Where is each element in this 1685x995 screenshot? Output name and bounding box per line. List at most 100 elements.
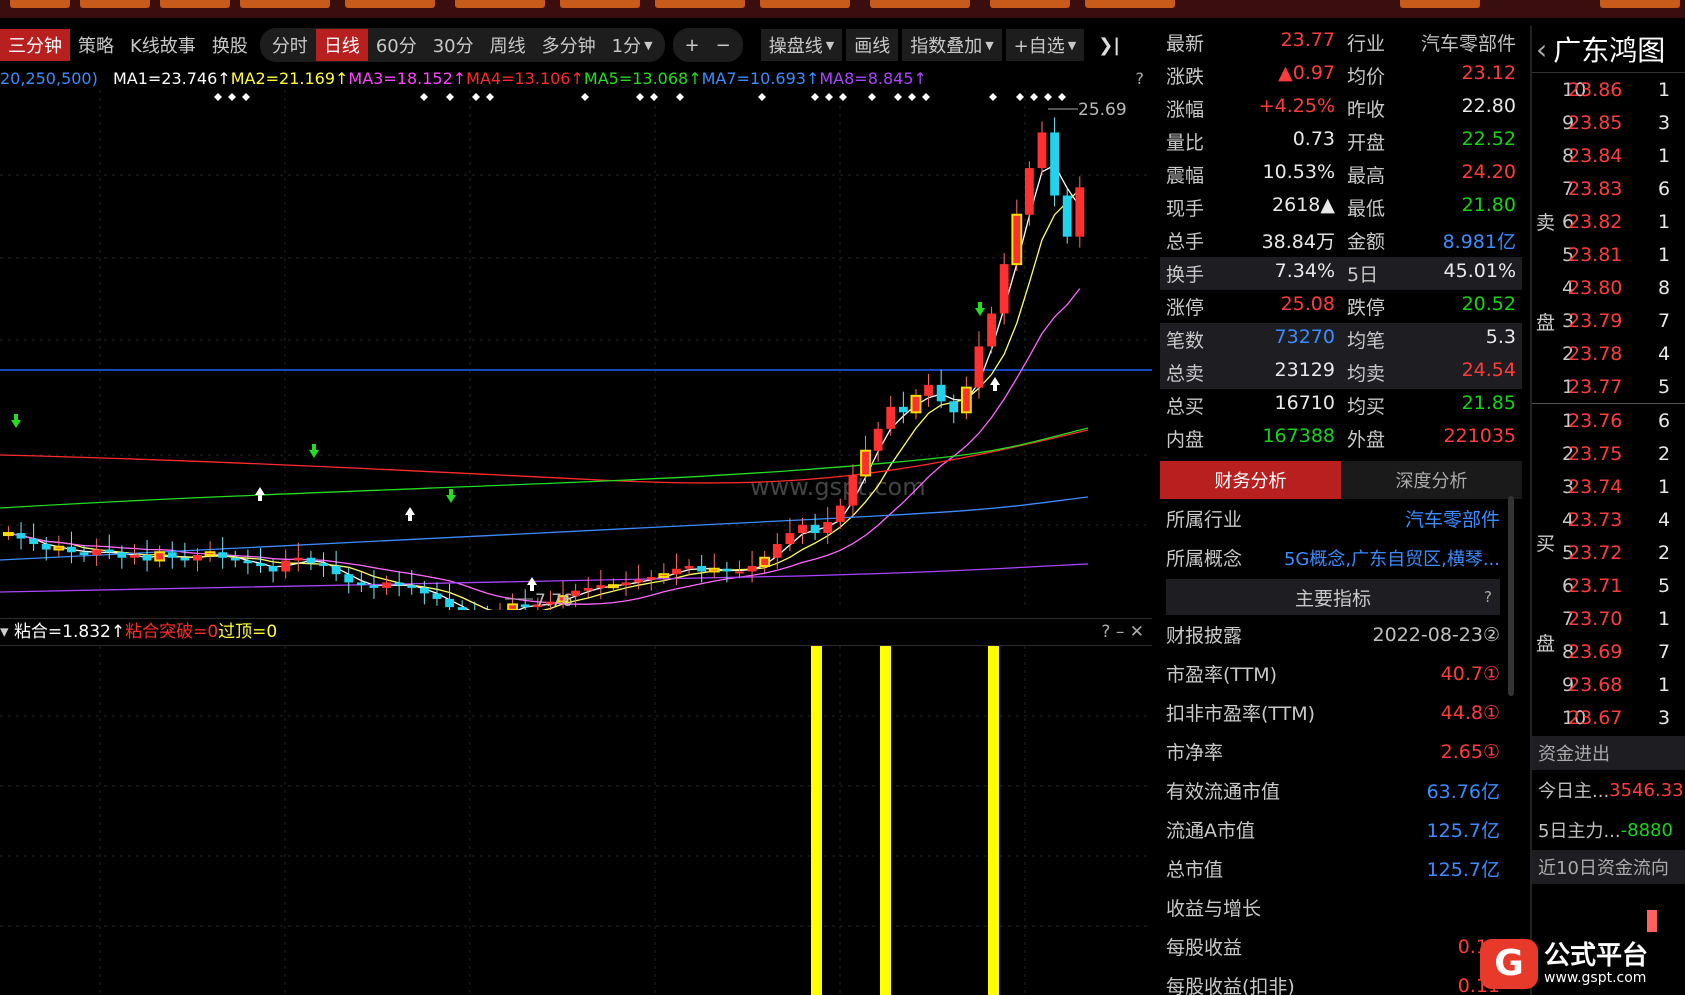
ma2-value: MA2=21.169↑ <box>230 69 349 88</box>
quote-value: 20.52 <box>1461 293 1516 315</box>
period-60min[interactable]: 60分 <box>368 29 425 61</box>
ma4-value: MA4=13.106↑ <box>466 69 584 88</box>
quote-value: 16710 <box>1274 392 1335 414</box>
sub-indicator-chart[interactable] <box>0 646 1152 995</box>
back-icon[interactable]: ‹ <box>1536 33 1547 66</box>
period-daily[interactable]: 日线 <box>315 29 368 61</box>
quote-label: 均价 <box>1347 66 1386 88</box>
signal-diamond <box>446 93 454 101</box>
period-weekly[interactable]: 周线 <box>482 29 534 61</box>
section-title: 主要指标 <box>1294 587 1371 610</box>
quote-cell: 量比 0.73 <box>1160 128 1341 155</box>
candle-body <box>924 384 933 396</box>
quote-row: 总卖 23129 均卖 24.54 <box>1160 356 1522 389</box>
fin-label: 有效流通市值 <box>1166 781 1281 803</box>
ma3-value: MA3=18.152↑ <box>348 69 467 88</box>
fund-flow-title: 资金进出 <box>1532 736 1685 770</box>
logo-url: www.gspt.com <box>1544 969 1647 986</box>
candle-body <box>1024 168 1034 215</box>
sell-level-row[interactable]: 8 23.84 1 <box>1532 139 1685 172</box>
fin-row: 总市值 125.7亿 <box>1160 849 1522 888</box>
period-multi-minute[interactable]: 多分钟 <box>534 29 604 61</box>
help-icon[interactable]: ? <box>1484 588 1492 606</box>
signal-diamond <box>825 93 833 101</box>
fund-bar <box>1647 910 1657 932</box>
stock-terminal: 三分钟 策略 K线故事 换股 分时 日线 60分 30分 周线 多分钟 1分 ▼ … <box>0 0 1685 995</box>
level-price: 23.86 <box>1568 78 1623 101</box>
concept-value[interactable]: 5G概念,广东自贸区,横琴... <box>1284 545 1500 571</box>
buy-level-row[interactable]: 10 23.67 3 <box>1532 701 1685 734</box>
fin-label: 市净率 <box>1166 742 1224 764</box>
quote-cell: 外盘 221035 <box>1341 425 1522 452</box>
ma-help-icon[interactable]: ? <box>1136 67 1145 91</box>
level-price: 23.70 <box>1568 607 1623 630</box>
quote-value: 22.52 <box>1461 128 1516 150</box>
concept-row: 所属概念 5G概念,广东自贸区,横琴... <box>1160 538 1522 577</box>
kline-chart[interactable]: www.gspt.com 25.69 7.76 <box>0 90 1152 610</box>
quote-value: 汽车零部件 <box>1420 33 1516 55</box>
candle-body <box>634 579 644 583</box>
candle-body <box>243 560 253 564</box>
add-watchlist-dropdown[interactable]: +自选 ▼ <box>1005 29 1085 61</box>
buy-level-row[interactable]: 1 23.76 6 <box>1532 404 1685 437</box>
signal-diamond <box>1058 93 1066 101</box>
sub-controls[interactable]: ? – ✕ <box>1101 619 1144 645</box>
zoom-out-button[interactable]: − <box>708 29 739 61</box>
candle-body <box>193 554 202 561</box>
candle-body <box>910 394 922 414</box>
quote-value: 167388 <box>1262 425 1335 447</box>
operate-line-dropdown[interactable]: 操盘线 ▼ <box>760 29 843 61</box>
level-price: 23.68 <box>1568 673 1623 696</box>
quote-value: 7.34% <box>1274 260 1335 282</box>
tab-kline-story[interactable]: K线故事 <box>122 29 204 61</box>
sell-level-row[interactable]: 10 23.86 1 <box>1532 73 1685 106</box>
quote-row: 现手 2618▲ 最低 21.80 <box>1160 191 1522 224</box>
candle-body <box>53 545 65 551</box>
sub-collapse-icon[interactable]: ▾ <box>0 622 14 642</box>
candle-body <box>1011 213 1023 266</box>
candle-body <box>873 428 883 451</box>
quote-label: 涨跌 <box>1166 66 1205 88</box>
level-volume: 1 <box>1658 210 1671 233</box>
tab-switch-stock[interactable]: 换股 <box>204 29 256 61</box>
level-volume: 3 <box>1658 111 1671 134</box>
industry-value[interactable]: 汽车零部件 <box>1405 505 1500 532</box>
tab-strategy[interactable]: 策略 <box>70 29 122 61</box>
period-1min-dropdown[interactable]: 1分 ▼ <box>604 29 661 61</box>
fin-scrollbar[interactable] <box>1508 496 1514 696</box>
signal-markers <box>11 93 1066 591</box>
level-price: 23.67 <box>1568 706 1623 729</box>
level-volume: 1 <box>1658 144 1671 167</box>
quote-value: 45.01% <box>1443 260 1516 282</box>
quote-label: 量比 <box>1166 132 1205 154</box>
buy-level-row[interactable]: 2 23.75 2 <box>1532 437 1685 470</box>
candle-body <box>117 552 127 558</box>
candle-body <box>1037 132 1047 169</box>
quote-label: 换手 <box>1166 264 1205 286</box>
collapse-panel-icon[interactable]: ❯| <box>1090 29 1128 61</box>
candle-body <box>167 552 177 558</box>
signal-diamond <box>242 93 250 101</box>
draw-line-button[interactable]: 画线 <box>846 29 899 61</box>
candle-body <box>142 554 152 561</box>
period-intraday[interactable]: 分时 <box>264 29 316 61</box>
zoom-in-button[interactable]: + <box>677 29 708 61</box>
candle-body <box>356 582 366 586</box>
level-index: 10 <box>1562 706 1587 729</box>
tab-deep-analysis[interactable]: 深度分析 <box>1341 461 1522 499</box>
tab-three-minute[interactable]: 三分钟 <box>0 29 70 61</box>
period-30min[interactable]: 30分 <box>425 29 482 61</box>
quote-cell: 均笔 5.3 <box>1341 326 1522 353</box>
low-price-label: 7.76 <box>535 591 573 610</box>
ma7-value: MA7=10.693↑ <box>701 69 820 88</box>
level-volume: 6 <box>1658 177 1671 200</box>
sell-level-row[interactable]: 9 23.85 3 <box>1532 106 1685 139</box>
candle-body <box>407 585 417 588</box>
fin-label: 收益与增长 <box>1166 898 1262 920</box>
level-price: 23.74 <box>1568 475 1623 498</box>
index-overlay-dropdown[interactable]: 指数叠加 ▼ <box>902 29 1002 61</box>
sell-level-row[interactable]: 1 23.77 5 <box>1532 370 1685 403</box>
candle-body <box>860 449 871 477</box>
candle-body <box>344 574 354 583</box>
tab-financial-analysis[interactable]: 财务分析 <box>1160 461 1341 499</box>
